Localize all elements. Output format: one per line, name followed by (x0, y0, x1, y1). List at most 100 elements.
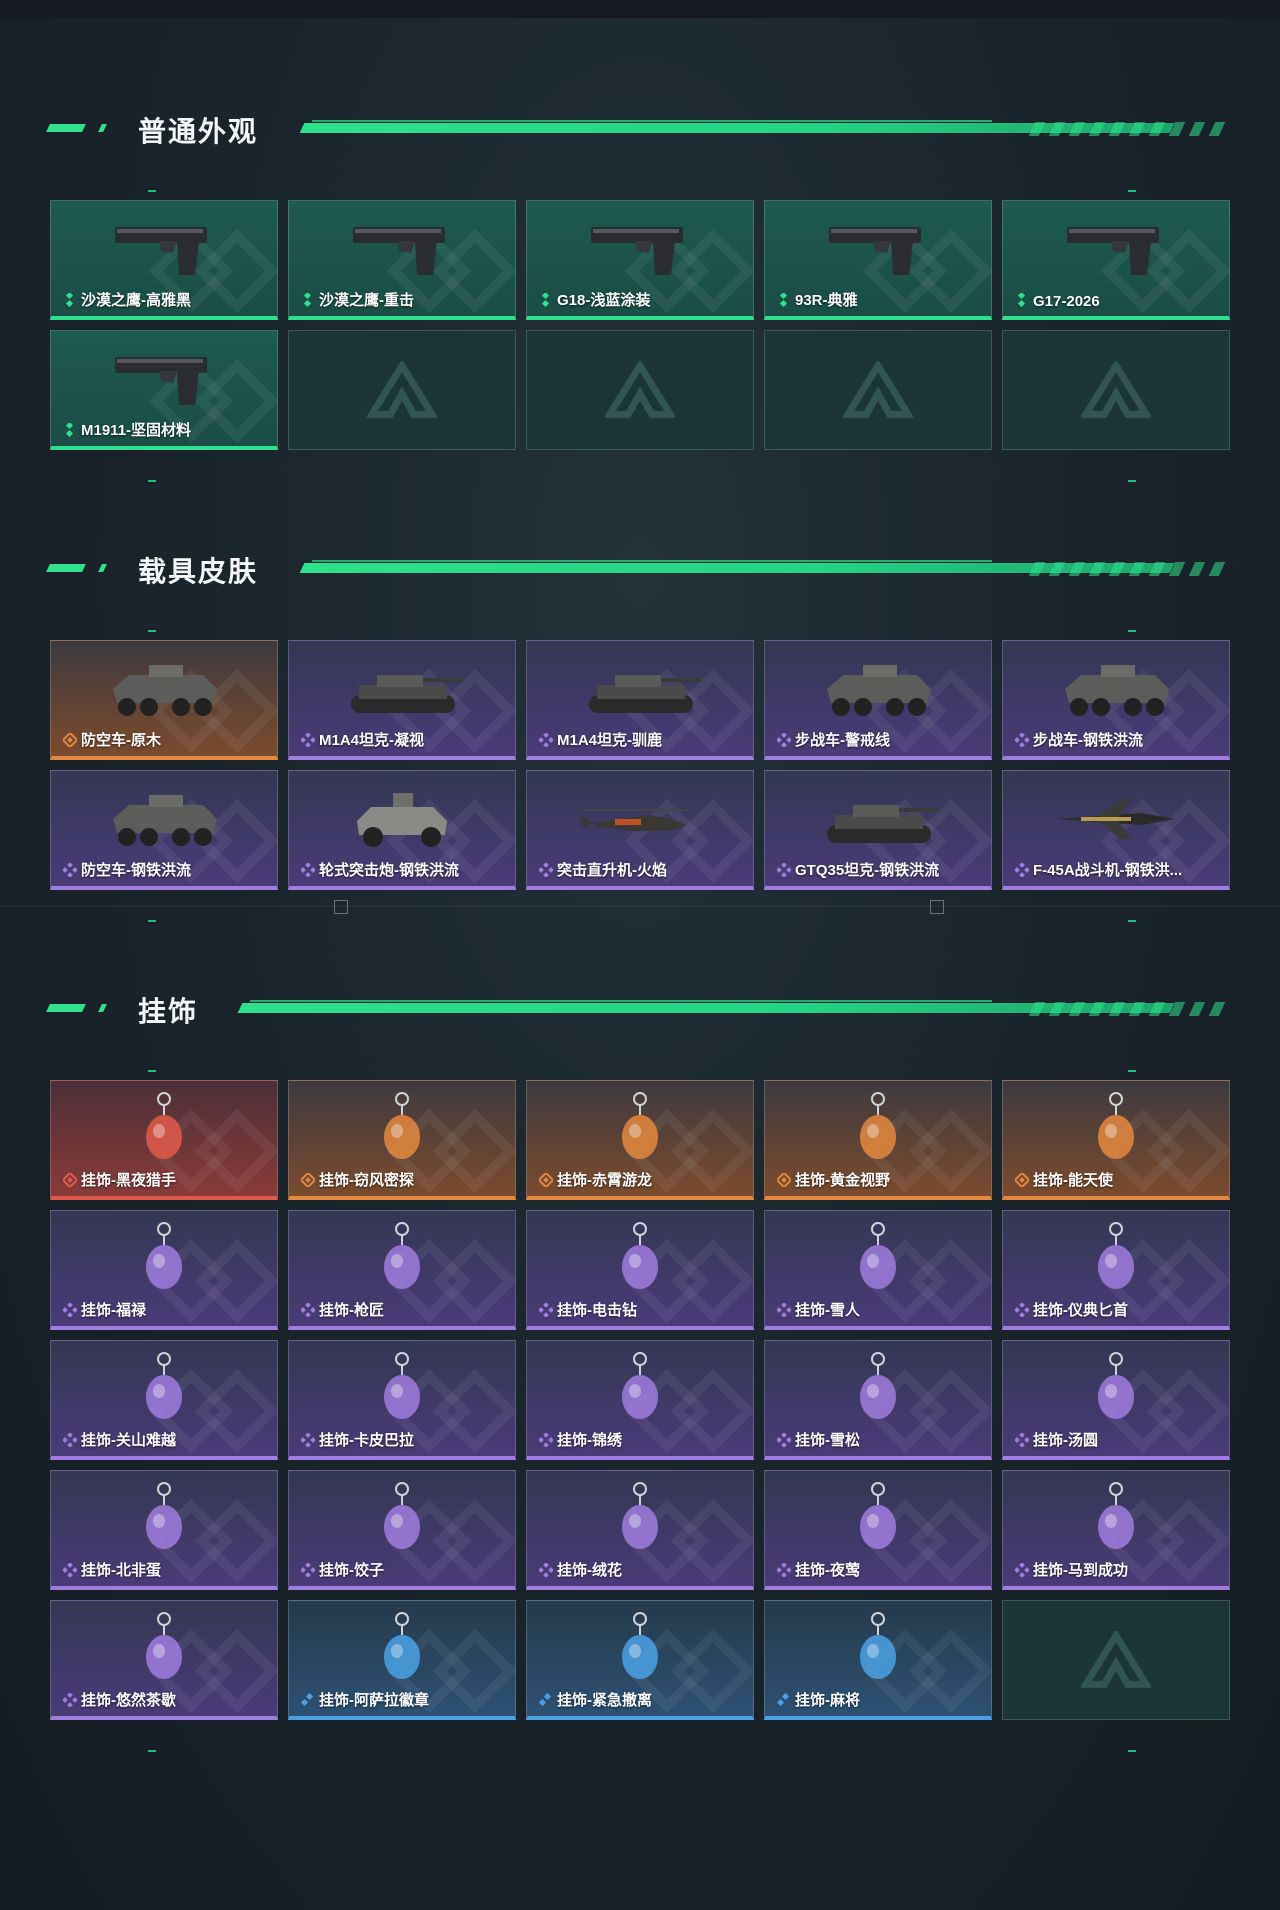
item-card[interactable]: 挂饰-马到成功 (1002, 1470, 1230, 1590)
item-card[interactable]: 挂饰-雪松 (764, 1340, 992, 1460)
item-card[interactable]: 挂饰-窃风密探 (288, 1080, 516, 1200)
charm-icon (622, 1482, 658, 1549)
frame-bracket-right (930, 900, 944, 914)
item-card[interactable]: 挂饰-电击钻 (526, 1210, 754, 1330)
charm-icon (860, 1352, 896, 1419)
item-card[interactable]: 挂饰-雪人 (764, 1210, 992, 1330)
charm-icon (1098, 1092, 1134, 1159)
rarity-purple-icon (63, 1563, 77, 1577)
item-label: 挂饰-黄金视野 (795, 1172, 890, 1189)
rarity-purple-icon (63, 1433, 77, 1447)
item-card[interactable]: M1911-坚固材料 (50, 330, 278, 450)
item-card[interactable]: 挂饰-麻将 (764, 1600, 992, 1720)
rarity-purple-icon (63, 1303, 77, 1317)
game-logo-icon (605, 361, 675, 418)
rarity-purple-icon (301, 733, 315, 747)
item-card[interactable]: 突击直升机-火焰 (526, 770, 754, 890)
rarity-orange-icon (777, 1173, 791, 1187)
item-label: 挂饰-雪松 (795, 1432, 860, 1449)
item-label: M1A4坦克-驯鹿 (557, 732, 663, 749)
charm-icon (860, 1222, 896, 1289)
rarity-purple-icon (539, 1433, 553, 1447)
item-card[interactable]: F-45A战斗机-钢铁洪... (1002, 770, 1230, 890)
item-grid: 挂饰-黑夜猎手 挂饰-窃风密探 挂饰-赤霄游龙 挂饰-黄金视野 挂饰-能天使 挂饰-福禄挂… (50, 1080, 1230, 1720)
game-logo-icon (367, 361, 437, 418)
rarity-blue-icon (301, 1693, 314, 1707)
item-card[interactable]: G18-浅蓝涂装 (526, 200, 754, 320)
item-card[interactable]: M1A4坦克-驯鹿 (526, 640, 754, 760)
item-card[interactable]: 防空车-原木 (50, 640, 278, 760)
game-logo-icon (1081, 361, 1151, 418)
rarity-purple-icon (539, 863, 553, 877)
item-card[interactable]: 93R-典雅 (764, 200, 992, 320)
item-card[interactable]: 轮式突击炮-钢铁洪流 (288, 770, 516, 890)
item-card[interactable]: GTQ35坦克-钢铁洪流 (764, 770, 992, 890)
rarity-green-icon (541, 293, 550, 307)
item-label: 防空车-原木 (81, 732, 161, 749)
rarity-purple-icon (539, 1303, 553, 1317)
item-label: 挂饰-饺子 (319, 1562, 384, 1579)
charm-icon (860, 1482, 896, 1549)
item-card[interactable]: 挂饰-紧急撤离 (526, 1600, 754, 1720)
section-title: 载具皮肤 (138, 556, 259, 587)
header-accent-bar (46, 1004, 86, 1012)
item-card[interactable]: 挂饰-悠然茶歇 (50, 1600, 278, 1720)
corner-tick (1128, 1070, 1136, 1072)
item-card[interactable]: 挂饰-饺子 (288, 1470, 516, 1590)
rarity-red-icon (63, 1173, 77, 1187)
item-card[interactable]: 挂饰-卡皮巴拉 (288, 1340, 516, 1460)
item-label: 挂饰-夜莺 (795, 1562, 860, 1579)
item-card[interactable]: 挂饰-枪匠 (288, 1210, 516, 1330)
item-card[interactable]: 沙漠之鹰-高雅黑 (50, 200, 278, 320)
item-label: 沙漠之鹰-高雅黑 (81, 292, 191, 309)
section-title: 挂饰 (138, 996, 199, 1027)
corner-tick (1128, 480, 1136, 482)
item-card[interactable]: 步战车-钢铁洪流 (1002, 640, 1230, 760)
charm-icon (1098, 1222, 1134, 1289)
item-card[interactable]: 挂饰-赤霄游龙 (526, 1080, 754, 1200)
item-label: 挂饰-阿萨拉徽章 (319, 1692, 429, 1709)
rarity-purple-icon (1015, 1433, 1029, 1447)
item-card[interactable]: 挂饰-能天使 (1002, 1080, 1230, 1200)
item-label: GTQ35坦克-钢铁洪流 (795, 862, 940, 879)
header-accent-bar (46, 124, 86, 132)
item-label: M1911-坚固材料 (81, 422, 192, 439)
rarity-purple-icon (777, 733, 791, 747)
charm-icon (622, 1222, 658, 1289)
item-card[interactable]: 防空车-钢铁洪流 (50, 770, 278, 890)
rarity-purple-icon (777, 1433, 791, 1447)
corner-tick (1128, 1750, 1136, 1752)
item-card[interactable]: M1A4坦克-凝视 (288, 640, 516, 760)
item-grid: 防空车-原木 M1A4坦克-凝视 M1A4坦克-驯鹿 步战车-警戒线 步战车-钢铁洪流防… (50, 640, 1230, 890)
item-label: 挂饰-绒花 (557, 1562, 622, 1579)
rarity-orange-icon (539, 1173, 553, 1187)
item-card[interactable]: 沙漠之鹰-重击 (288, 200, 516, 320)
charm-icon (622, 1612, 658, 1679)
charm-icon (384, 1482, 420, 1549)
tank-icon (351, 675, 463, 713)
corner-tick (1128, 920, 1136, 922)
item-card[interactable]: 挂饰-关山难越 (50, 1340, 278, 1460)
item-card[interactable]: 挂饰-夜莺 (764, 1470, 992, 1590)
item-card[interactable]: 挂饰-汤圆 (1002, 1340, 1230, 1460)
item-card[interactable]: 步战车-警戒线 (764, 640, 992, 760)
item-label: 挂饰-雪人 (795, 1302, 860, 1319)
item-card[interactable]: 挂饰-北非蛋 (50, 1470, 278, 1590)
item-card[interactable]: 挂饰-黑夜猎手 (50, 1080, 278, 1200)
item-card[interactable]: 挂饰-绒花 (526, 1470, 754, 1590)
item-card[interactable]: 挂饰-锦绣 (526, 1340, 754, 1460)
item-card[interactable]: G17-2026 (1002, 200, 1230, 320)
header-checker-pattern (1028, 562, 1236, 576)
charm-icon (1098, 1352, 1134, 1419)
item-label: M1A4坦克-凝视 (319, 732, 425, 749)
item-label: 步战车-钢铁洪流 (1033, 732, 1143, 749)
rarity-blue-icon (539, 1693, 552, 1707)
corner-tick (148, 630, 156, 632)
item-card[interactable]: 挂饰-黄金视野 (764, 1080, 992, 1200)
item-card[interactable]: 挂饰-福禄 (50, 1210, 278, 1330)
header-checker-pattern (1028, 122, 1236, 136)
rarity-purple-icon (301, 1563, 315, 1577)
item-card[interactable]: 挂饰-仪典匕首 (1002, 1210, 1230, 1330)
item-label: 挂饰-赤霄游龙 (557, 1172, 652, 1189)
item-card[interactable]: 挂饰-阿萨拉徽章 (288, 1600, 516, 1720)
